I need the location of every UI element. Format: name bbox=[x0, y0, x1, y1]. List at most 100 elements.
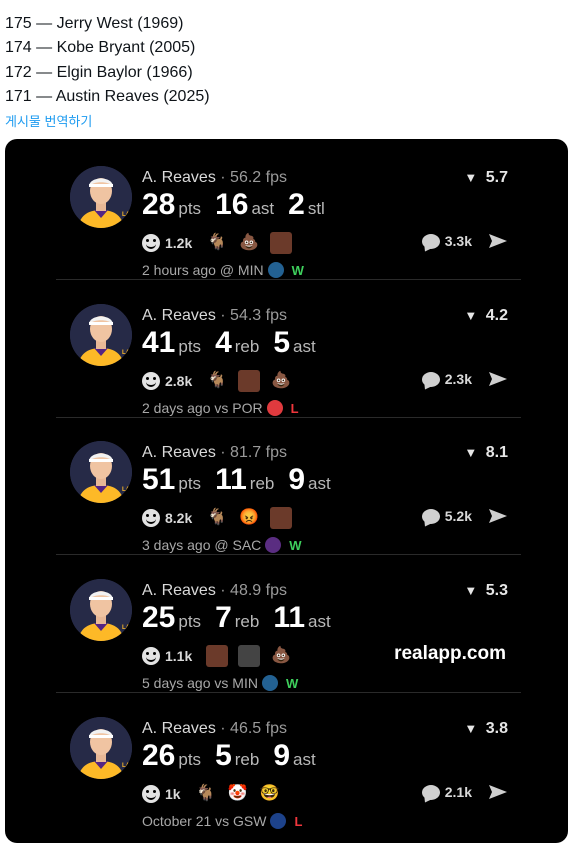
stat-pts: 41 pts bbox=[142, 326, 201, 360]
player-face-icon[interactable]: 🧑 bbox=[206, 645, 229, 667]
comment-icon[interactable] bbox=[421, 784, 440, 800]
player-name[interactable]: A. Reaves bbox=[142, 582, 216, 599]
game-time-opponent: 5 days ago vs MIN bbox=[142, 675, 258, 691]
game-post[interactable]: LA A. Reaves · 56.2 fps ▼ 5.7 28 pts 16 ast… bbox=[56, 143, 521, 280]
share-icon[interactable] bbox=[488, 371, 508, 387]
game-meta: 5 days ago vs MIN W bbox=[142, 675, 298, 691]
game-result: W bbox=[291, 262, 304, 278]
player-face-icon[interactable]: 🧑 bbox=[238, 370, 261, 392]
poop-icon[interactable]: 💩 bbox=[238, 232, 260, 254]
player-face-icon[interactable]: 🧑 bbox=[270, 507, 293, 529]
rank-line: 172 — Elgin Baylor (1966) bbox=[5, 63, 193, 81]
rank-list: 175 — Jerry West (1969) 174 — Kobe Bryan… bbox=[5, 12, 210, 109]
stat-number: 11 bbox=[215, 463, 247, 496]
stat-number: 9 bbox=[273, 739, 291, 772]
game-post[interactable]: LA A. Reaves · 81.7 fps ▼ 8.1 51 pts 11 reb… bbox=[56, 418, 521, 555]
game-time-opponent: 3 days ago @ SAC bbox=[142, 537, 262, 553]
stat-reb: 4 reb bbox=[215, 326, 259, 360]
player-name[interactable]: A. Reaves bbox=[142, 444, 216, 461]
reaction-bar[interactable]: 2.8k 🐐 🧑 💩 bbox=[142, 370, 302, 392]
reaction-bar[interactable]: 1.1k 🧑 🧑 💩 bbox=[142, 645, 302, 667]
angry-face-icon[interactable]: 😡 bbox=[238, 507, 260, 529]
upvote-score[interactable]: ▼ 8.1 bbox=[464, 444, 508, 462]
comment-share-bar: 3.3k bbox=[421, 233, 508, 249]
player-name[interactable]: A. Reaves bbox=[142, 169, 216, 186]
player-avatar[interactable]: LA bbox=[70, 441, 132, 503]
comment-icon[interactable] bbox=[421, 233, 440, 249]
vote-value: 8.1 bbox=[485, 444, 508, 461]
game-post[interactable]: LA A. Reaves · 46.5 fps ▼ 3.8 26 pts 5 reb 9… bbox=[56, 694, 521, 831]
reaction-bar[interactable]: 1.2k 🐐 💩 🧑 bbox=[142, 232, 302, 254]
svg-text:LA: LA bbox=[122, 487, 131, 493]
stat-number: 2 bbox=[288, 188, 305, 221]
player-avatar[interactable]: LA bbox=[70, 579, 132, 641]
reaction-bar[interactable]: 8.2k 🐐 😡 🧑 bbox=[142, 507, 302, 529]
upvote-score[interactable]: ▼ 3.8 bbox=[464, 720, 508, 738]
stat-number: 41 bbox=[142, 326, 176, 359]
stat-reb: 11 reb bbox=[215, 463, 274, 497]
stat-pts: 25 pts bbox=[142, 601, 201, 635]
timberwolves-logo bbox=[267, 262, 284, 278]
post-header: A. Reaves · 54.3 fps bbox=[142, 307, 287, 325]
nerd-face-icon[interactable]: 🤓 bbox=[259, 783, 281, 805]
stat-reb: 5 reb bbox=[215, 739, 259, 773]
attached-image[interactable]: LA A. Reaves · 56.2 fps ▼ 5.7 28 pts 16 ast… bbox=[5, 139, 568, 843]
vote-arrow-icon: ▼ bbox=[464, 583, 478, 598]
stat-number: 4 bbox=[215, 326, 232, 359]
upvote-score[interactable]: ▼ 5.7 bbox=[464, 169, 508, 187]
poop-icon[interactable]: 💩 bbox=[270, 370, 292, 392]
stat-unit: pts bbox=[178, 199, 202, 218]
realapp-watermark: realapp.com bbox=[394, 643, 506, 664]
stat-unit: pts bbox=[178, 612, 202, 631]
stat-number: 7 bbox=[215, 601, 232, 634]
share-icon[interactable] bbox=[488, 233, 508, 249]
player-photo-icon: LA bbox=[70, 166, 132, 228]
svg-text:LA: LA bbox=[122, 212, 131, 218]
smile-icon[interactable] bbox=[142, 234, 160, 252]
player-avatar[interactable]: LA bbox=[70, 166, 132, 228]
goat-icon[interactable]: 🐐 bbox=[195, 783, 217, 805]
share-icon[interactable] bbox=[488, 508, 508, 524]
fps-value: 46.5 fps bbox=[230, 720, 287, 737]
player-avatar[interactable]: LA bbox=[70, 717, 132, 779]
stat-unit: ast bbox=[293, 750, 316, 769]
stat-ast: 11 ast bbox=[273, 601, 330, 635]
stat-number: 9 bbox=[288, 463, 306, 496]
player-name[interactable]: A. Reaves bbox=[142, 720, 216, 737]
comment-icon[interactable] bbox=[421, 371, 440, 387]
game-result: L bbox=[294, 813, 303, 829]
stat-unit: pts bbox=[178, 337, 202, 356]
player-photo-icon: LA bbox=[70, 441, 132, 503]
reaction-bar[interactable]: 1k 🐐 🤡 🤓 bbox=[142, 783, 291, 805]
vote-value: 4.2 bbox=[485, 307, 508, 324]
vote-arrow-icon: ▼ bbox=[464, 308, 478, 323]
stat-ast: 5 ast bbox=[273, 326, 315, 360]
comment-icon[interactable] bbox=[421, 508, 440, 524]
game-meta: 2 hours ago @ MIN W bbox=[142, 262, 304, 278]
smile-icon[interactable] bbox=[142, 509, 160, 527]
comment-share-bar: 5.2k bbox=[421, 508, 508, 524]
vote-value: 5.3 bbox=[485, 582, 508, 599]
smile-icon[interactable] bbox=[142, 785, 160, 803]
game-post[interactable]: LA A. Reaves · 48.9 fps ▼ 5.3 25 pts 7 reb 1… bbox=[56, 556, 521, 693]
goat-icon[interactable]: 🐐 bbox=[206, 507, 228, 529]
stat-pts: 26 pts bbox=[142, 739, 201, 773]
smile-icon[interactable] bbox=[142, 372, 160, 390]
translate-post-link[interactable]: 게시물 번역하기 bbox=[5, 111, 92, 130]
reaction-count: 2.8k bbox=[165, 373, 193, 389]
game-post[interactable]: LA A. Reaves · 54.3 fps ▼ 4.2 41 pts 4 reb 5… bbox=[56, 281, 521, 418]
goat-icon[interactable]: 🐐 bbox=[206, 370, 228, 392]
goat-icon[interactable]: 🐐 bbox=[206, 232, 228, 254]
player-face-icon[interactable]: 🧑 bbox=[270, 232, 293, 254]
poop-icon[interactable]: 💩 bbox=[270, 645, 292, 667]
stat-stl: 2 stl bbox=[288, 188, 325, 222]
smile-icon[interactable] bbox=[142, 647, 160, 665]
share-icon[interactable] bbox=[488, 784, 508, 800]
referee-icon[interactable]: 🧑 bbox=[238, 645, 261, 667]
player-avatar[interactable]: LA bbox=[70, 304, 132, 366]
upvote-score[interactable]: ▼ 4.2 bbox=[464, 307, 508, 325]
clown-icon[interactable]: 🤡 bbox=[227, 783, 249, 805]
upvote-score[interactable]: ▼ 5.3 bbox=[464, 582, 508, 600]
player-name[interactable]: A. Reaves bbox=[142, 307, 216, 324]
vote-value: 3.8 bbox=[485, 720, 508, 737]
